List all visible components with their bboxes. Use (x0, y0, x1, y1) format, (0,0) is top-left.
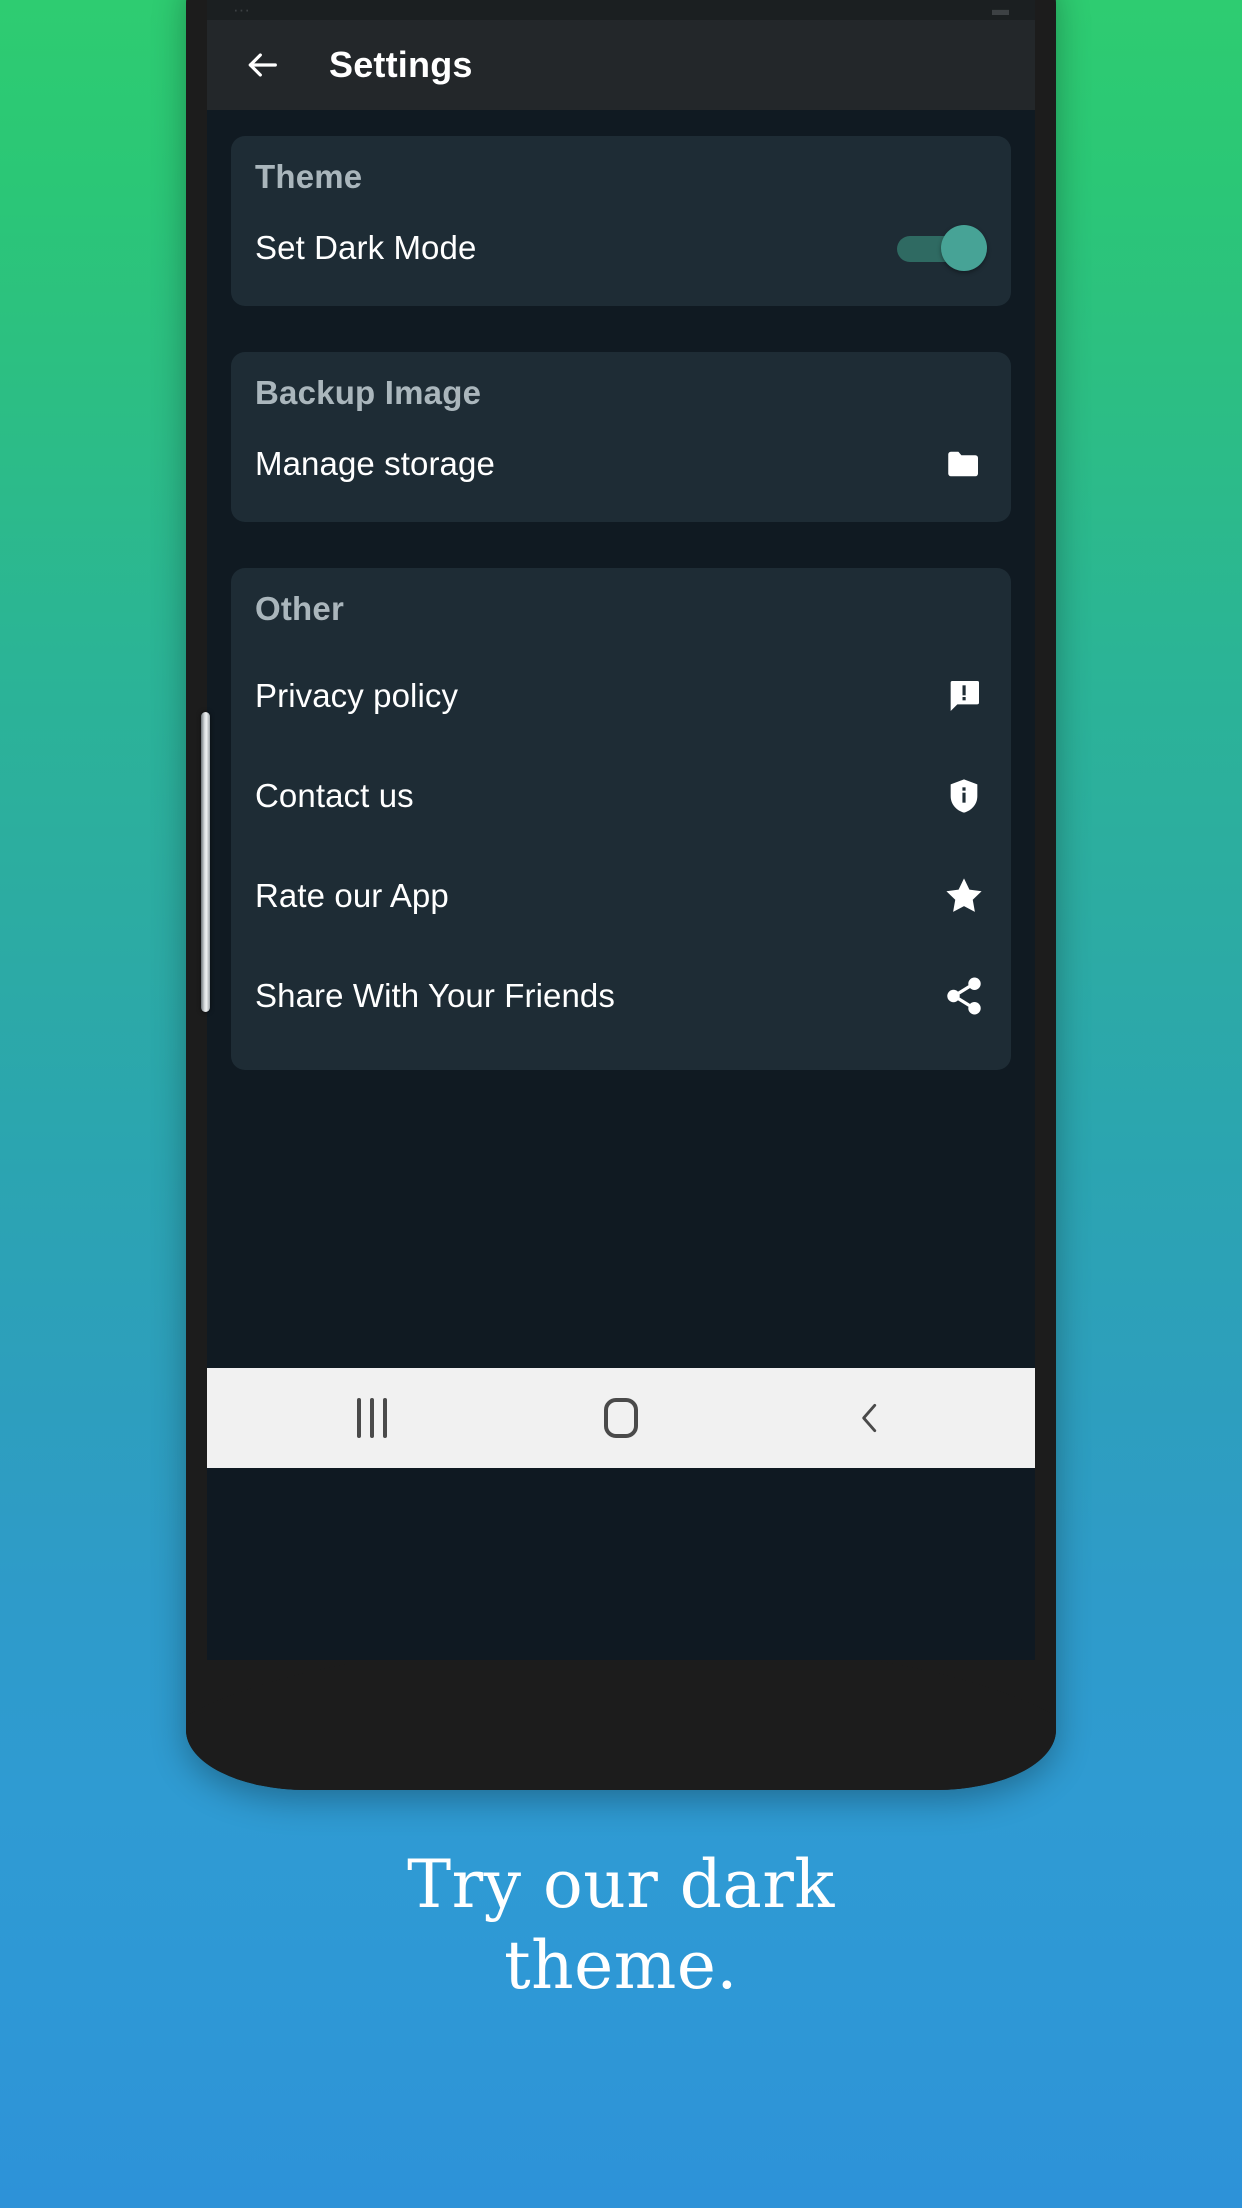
settings-card-theme: Theme Set Dark Mode (231, 136, 1011, 306)
back-icon[interactable] (810, 1368, 930, 1468)
promo-caption: Try our dark theme. (0, 1845, 1242, 2006)
promo-screenshot: ··· ▬ Settings Theme Set Dark Mode Backu… (0, 0, 1242, 2208)
toggle-thumb (941, 225, 987, 271)
settings-content: Theme Set Dark Mode Backup Image Manage … (207, 110, 1035, 1368)
page-title: Settings (329, 44, 473, 85)
status-bar-left: ··· (233, 0, 250, 19)
settings-card-backup-image: Backup Image Manage storage (231, 352, 1011, 522)
shield-info-icon[interactable] (941, 773, 987, 819)
phone-bottom-chin (186, 1640, 1056, 1790)
star-icon[interactable] (941, 873, 987, 919)
dark-mode-toggle[interactable] (897, 225, 987, 271)
share-icon[interactable] (941, 973, 987, 1019)
row-label-share-with-your-friends: Share With Your Friends (255, 977, 615, 1014)
row-label-privacy-policy: Privacy policy (255, 677, 459, 714)
row-label-contact-us: Contact us (255, 777, 414, 814)
promo-caption-line-2: theme. (504, 1926, 738, 2004)
row-rate-our-app[interactable]: Rate our App (255, 846, 987, 946)
status-bar: ··· ▬ (207, 0, 1035, 20)
home-icon[interactable] (561, 1368, 681, 1468)
card-title-other: Other (255, 590, 345, 627)
row-manage-storage[interactable]: Manage storage (255, 430, 987, 498)
row-set-dark-mode[interactable]: Set Dark Mode (255, 214, 987, 282)
row-label-set-dark-mode: Set Dark Mode (255, 229, 477, 266)
card-title-backup-image: Backup Image (255, 374, 482, 411)
promo-caption-line-1: Try our dark (407, 1846, 835, 1923)
recents-icon[interactable] (312, 1368, 432, 1468)
card-title-theme: Theme (255, 158, 363, 195)
arrow-left-icon[interactable] (241, 44, 283, 86)
android-navigation-bar (207, 1368, 1035, 1468)
phone-screen: ··· ▬ Settings Theme Set Dark Mode Backu… (207, 0, 1035, 1660)
row-privacy-policy[interactable]: Privacy policy (255, 646, 987, 746)
row-label-manage-storage: Manage storage (255, 445, 495, 482)
phone-side-button[interactable] (201, 712, 210, 1012)
app-bar: Settings (207, 20, 1035, 110)
row-share-with-your-friends[interactable]: Share With Your Friends (255, 946, 987, 1046)
status-bar-right: ▬ (992, 0, 1009, 19)
feedback-icon[interactable] (941, 673, 987, 719)
folder-icon[interactable] (941, 441, 987, 487)
row-contact-us[interactable]: Contact us (255, 746, 987, 846)
settings-card-other: Other Privacy policy Contact us Rate our… (231, 568, 1011, 1070)
row-label-rate-our-app: Rate our App (255, 877, 449, 914)
